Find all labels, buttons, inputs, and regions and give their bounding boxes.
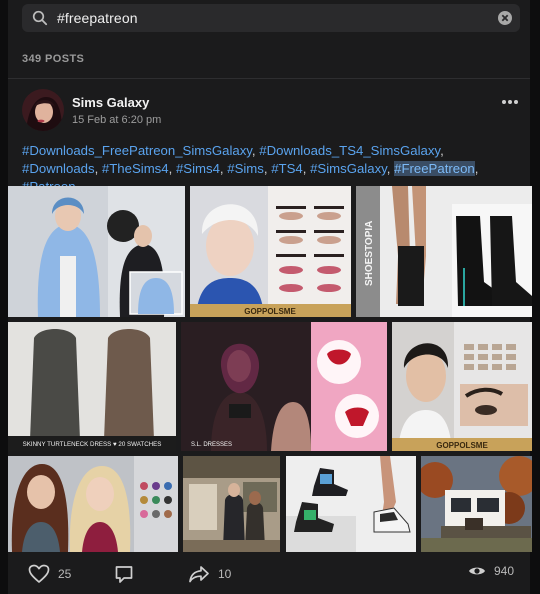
comment-icon — [115, 566, 133, 583]
hoodie-outfit-image[interactable] — [8, 186, 185, 317]
eye-icon — [469, 567, 485, 575]
hashtag-link[interactable]: #TS4 — [271, 161, 303, 176]
hashtag-link[interactable]: #Sims4 — [176, 161, 220, 176]
female-sims-hair-image[interactable] — [8, 456, 178, 552]
image-caption: SKINNY TURTLENECK DRESS ♥ 20 SWATCHES — [23, 441, 162, 448]
post-date[interactable]: 15 Feb at 6:20 pm — [72, 114, 161, 126]
avatar[interactable] — [22, 89, 64, 131]
svg-text:GOPPOLSME: GOPPOLSME — [244, 307, 296, 316]
share-button[interactable]: 10 — [188, 564, 231, 584]
turtleneck-dress-image[interactable]: SKINNY TURTLENECK DRESS ♥ 20 SWATCHES — [8, 322, 176, 451]
hashtag-link[interactable]: #Sims — [227, 161, 264, 176]
sneakers-image[interactable] — [286, 456, 416, 552]
image-caption: S.L. DRESSES — [191, 442, 232, 448]
posts-count: 349 POSTS — [22, 53, 85, 65]
modern-house-image[interactable] — [421, 456, 532, 552]
hashtag-link-highlighted[interactable]: #FreePatreon — [394, 161, 475, 176]
post-actions: 25 10 940 — [8, 556, 530, 594]
like-count: 25 — [58, 567, 72, 581]
heart-icon — [28, 564, 50, 583]
views-indicator: 940 — [468, 564, 514, 578]
share-icon — [189, 566, 209, 583]
divider — [8, 78, 530, 79]
search-input[interactable]: #freepatreon — [57, 10, 138, 26]
hashtag-link[interactable]: #Downloads_TS4_SimsGalaxy — [259, 143, 440, 158]
makeup-set-image[interactable]: GOPPOLSME — [190, 186, 351, 317]
like-button[interactable]: 25 — [28, 564, 71, 584]
svg-text:SHOESTOPIA: SHOESTOPIA — [364, 221, 375, 286]
hashtag-link[interactable]: #SimsGalaxy — [310, 161, 387, 176]
post-author[interactable]: Sims Galaxy — [72, 95, 149, 110]
svg-text:GOPPOLSME: GOPPOLSME — [436, 441, 488, 450]
view-count: 940 — [494, 564, 515, 578]
hashtag-link[interactable]: #TheSims4 — [102, 161, 169, 176]
share-count: 10 — [218, 567, 232, 581]
lingerie-set-image[interactable]: S.L. DRESSES — [181, 322, 387, 451]
more-options-icon[interactable] — [500, 96, 520, 108]
hashtag-link[interactable]: #Downloads — [22, 161, 95, 176]
couple-interior-image[interactable] — [183, 456, 280, 552]
search-icon — [32, 10, 48, 26]
comment-button[interactable] — [114, 564, 134, 584]
boots-image[interactable]: SHOESTOPIA — [356, 186, 532, 317]
search-bar[interactable]: #freepatreon — [22, 4, 520, 32]
male-sim-eyebrows-image[interactable]: GOPPOLSME — [392, 322, 532, 451]
hashtag-link[interactable]: #Downloads_FreePatreon_SimsGalaxy — [22, 143, 252, 158]
clear-search-icon[interactable] — [497, 10, 513, 26]
